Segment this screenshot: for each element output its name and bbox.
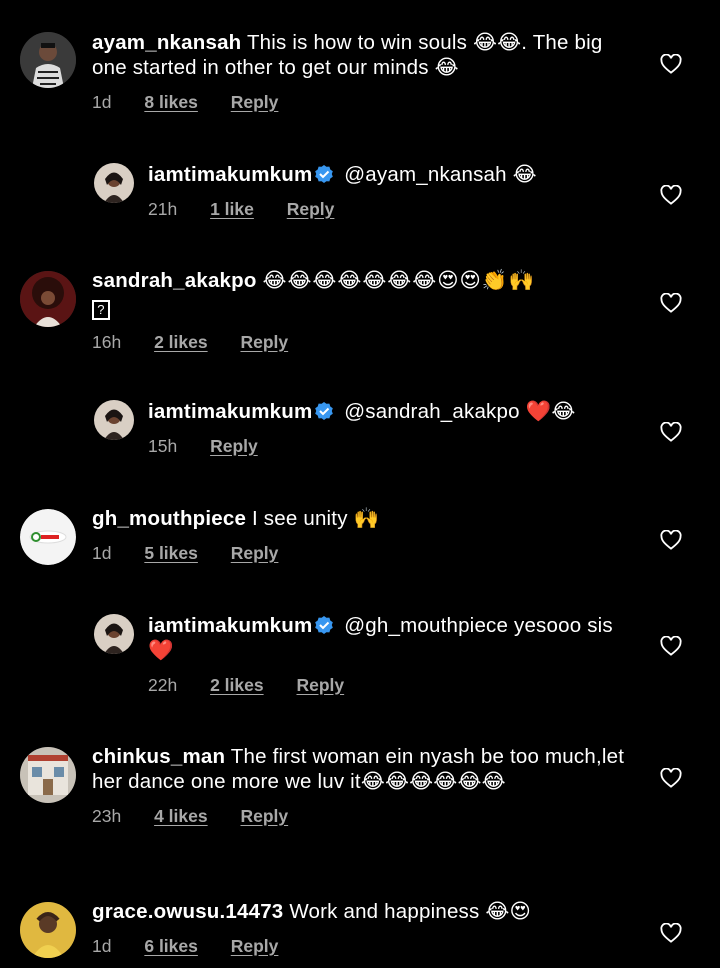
timestamp: 21h [148,199,178,219]
comment-text: iamtimakumkum @gh_mouthpiece yesooo sis … [148,613,628,663]
reply-item: iamtimakumkum @gh_mouthpiece yesooo sis … [0,613,720,703]
avatar[interactable] [94,400,134,440]
timestamp: 15h [148,436,178,456]
comment-text: iamtimakumkum @ayam_nkansah 😂 [148,162,638,187]
heart-icon[interactable] [660,54,682,74]
timestamp: 22h [148,675,178,695]
verified-badge-icon [315,402,334,420]
comment-message: 😂😂😂😂😂😂😂😍😍👏🙌 [262,268,535,292]
comment-meta: 1d 8 likes Reply [92,92,632,113]
timestamp: 1d [92,92,112,112]
username[interactable]: iamtimakumkum [148,400,312,423]
likes-count[interactable]: 2 likes [210,675,264,695]
heart-icon[interactable] [660,530,682,550]
comment-message: Work and happiness 😂😍 [289,900,532,923]
comment-meta: 1d 6 likes Reply [92,936,632,957]
username[interactable]: ayam_nkansah [92,31,241,54]
timestamp: 1d [92,936,112,956]
comment-item: sandrah_akakpo 😂😂😂😂😂😂😂😍😍👏🙌 ? 16h 2 likes… [0,268,720,358]
comment-meta: 23h 4 likes Reply [92,806,632,827]
heart-icon[interactable] [660,422,682,442]
reply-button[interactable]: Reply [231,936,279,956]
comment-meta: 1d 5 likes Reply [92,543,632,564]
reply-button[interactable]: Reply [296,675,344,695]
reply-button[interactable]: Reply [231,92,279,112]
timestamp: 1d [92,543,112,563]
heart-icon[interactable] [660,636,682,656]
comment-text: chinkus_man The first woman ein nyash be… [92,744,632,794]
comment-text: grace.owusu.14473 Work and happiness 😂😍 [92,899,632,924]
avatar[interactable] [20,902,76,958]
reply-button[interactable]: Reply [240,332,288,352]
avatar[interactable] [20,271,76,327]
likes-count[interactable]: 8 likes [144,92,198,112]
comment-text: iamtimakumkum @sandrah_akakpo ❤️😂 [148,399,638,424]
reply-button[interactable]: Reply [240,806,288,826]
avatar[interactable] [94,614,134,654]
avatar[interactable] [20,32,76,88]
comment-text: sandrah_akakpo 😂😂😂😂😂😂😂😍😍👏🙌 ? [92,268,632,320]
comment-meta: 15h Reply [148,436,638,457]
timestamp: 23h [92,806,122,826]
username[interactable]: gh_mouthpiece [92,507,246,530]
likes-count[interactable]: 6 likes [144,936,198,956]
username[interactable]: grace.owusu.14473 [92,900,283,923]
comment-message: @ayam_nkansah 😂 [344,163,537,186]
heart-icon[interactable] [660,923,682,943]
comment-text: gh_mouthpiece I see unity 🙌 [92,506,632,531]
reply-button[interactable]: Reply [287,199,335,219]
verified-badge-icon [315,165,334,183]
avatar[interactable] [20,509,76,565]
comment-item: grace.owusu.14473 Work and happiness 😂😍 … [0,899,720,968]
username[interactable]: chinkus_man [92,745,225,768]
comment-list: ayam_nkansah This is how to win souls 😂😂… [0,0,720,968]
username[interactable]: sandrah_akakpo [92,269,257,292]
likes-count[interactable]: 2 likes [154,332,208,352]
timestamp: 16h [92,332,122,352]
reply-item: iamtimakumkum @sandrah_akakpo ❤️😂 15h Re… [0,399,720,469]
reply-item: iamtimakumkum @ayam_nkansah 😂 21h 1 like… [0,162,720,232]
comment-text: ayam_nkansah This is how to win souls 😂😂… [92,30,632,80]
heart-icon[interactable] [660,768,682,788]
comment-meta: 21h 1 like Reply [148,199,638,220]
heart-icon[interactable] [660,185,682,205]
username[interactable]: iamtimakumkum [148,163,312,186]
comment-meta: 22h 2 likes Reply [148,675,628,696]
username[interactable]: iamtimakumkum [148,614,312,637]
avatar[interactable] [20,747,76,803]
likes-count[interactable]: 4 likes [154,806,208,826]
comment-item: ayam_nkansah This is how to win souls 😂😂… [0,30,720,120]
unknown-emoji-box: ? [92,300,110,320]
avatar[interactable] [94,163,134,203]
likes-count[interactable]: 1 like [210,199,254,219]
comment-message: I see unity 🙌 [252,507,380,530]
heart-icon[interactable] [660,293,682,313]
comment-item: chinkus_man The first woman ein nyash be… [0,744,720,854]
verified-badge-icon [315,616,334,634]
reply-button[interactable]: Reply [210,436,258,456]
comment-message: @sandrah_akakpo ❤️😂 [344,400,576,423]
likes-count[interactable]: 5 likes [144,543,198,563]
comment-item: gh_mouthpiece I see unity 🙌 1d 5 likes R… [0,506,720,576]
reply-button[interactable]: Reply [231,543,279,563]
comment-meta: 16h 2 likes Reply [92,332,632,353]
